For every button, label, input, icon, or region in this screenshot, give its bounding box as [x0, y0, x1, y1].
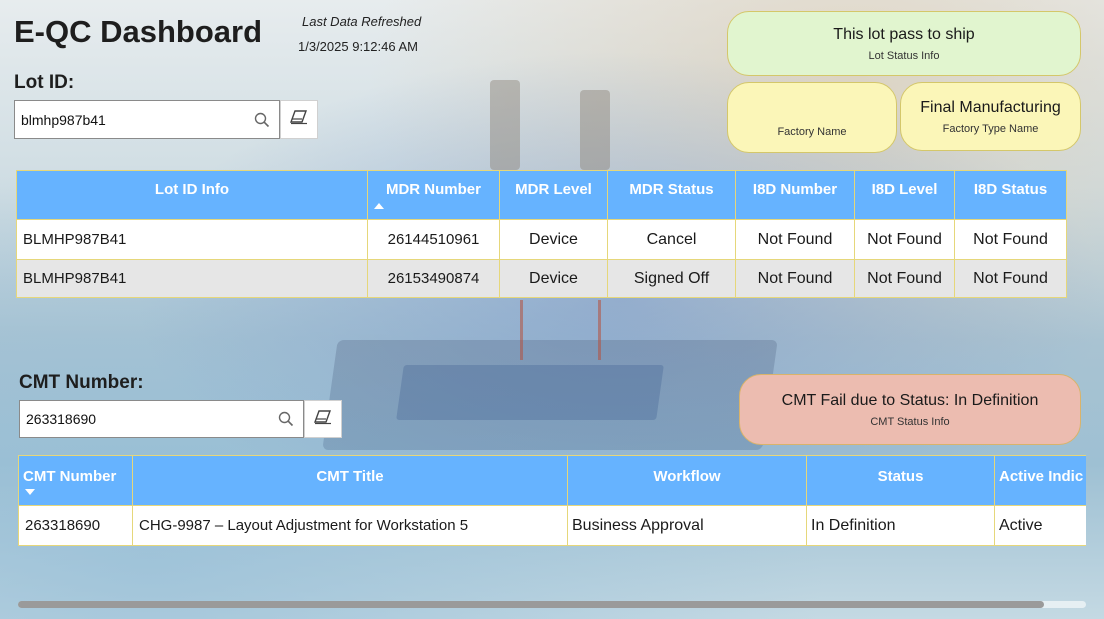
column-header-label: Lot ID Info [154, 181, 230, 198]
column-header-active-indicator[interactable]: Active Indic [994, 455, 1086, 506]
cmt-number-label: CMT Number: [19, 372, 144, 393]
cell-i8d-status: Not Found [954, 219, 1067, 260]
column-header-cmt-number[interactable]: CMT Number [18, 455, 133, 506]
eraser-icon [289, 109, 309, 130]
background-machine-arm [580, 90, 610, 170]
lot-id-label: Lot ID: [14, 72, 75, 93]
lot-id-value: blmhp987b41 [21, 111, 106, 128]
column-header-mdr-level[interactable]: MDR Level [499, 170, 608, 220]
cell-cmt-title: CHG-9987 – Layout Adjustment for Worksta… [132, 505, 568, 546]
column-header-workflow[interactable]: Workflow [567, 455, 807, 506]
background-chip [396, 365, 664, 420]
cell-lot-id: BLMHP987B41 [16, 259, 368, 298]
cell-mdr-level: Device [499, 259, 608, 298]
factory-name-card: Factory Name [727, 82, 897, 153]
sort-descending-icon[interactable] [25, 489, 35, 495]
factory-name-caption: Factory Name [777, 125, 847, 138]
cell-i8d-number: Not Found [735, 219, 855, 260]
lot-id-clear-button[interactable] [280, 100, 318, 139]
column-header-label: CMT Title [316, 468, 384, 485]
search-icon[interactable] [245, 101, 279, 138]
background-machine-arm [490, 80, 520, 170]
cmt-status-card: CMT Fail due to Status: In Definition CM… [739, 374, 1081, 445]
cell-workflow: Business Approval [567, 505, 807, 546]
cmt-table-horizontal-scrollbar[interactable] [18, 601, 1086, 608]
cell-mdr-level: Device [499, 219, 608, 260]
cell-mdr-number: 26153490874 [367, 259, 500, 298]
table-row[interactable]: BLMHP987B41 26153490874 Device Signed Of… [16, 259, 1067, 298]
cell-i8d-level: Not Found [854, 259, 955, 298]
cell-i8d-level: Not Found [854, 219, 955, 260]
column-header-cmt-title[interactable]: CMT Title [132, 455, 568, 506]
lot-id-table: Lot ID Info MDR Number MDR Level MDR Sta… [16, 170, 1067, 298]
column-header-mdr-number[interactable]: MDR Number [367, 170, 500, 220]
cmt-status-caption: CMT Status Info [870, 415, 950, 428]
cell-status: In Definition [806, 505, 995, 546]
table-row[interactable]: 263318690 CHG-9987 – Layout Adjustment f… [18, 505, 1086, 546]
last-refreshed-label: Last Data Refreshed [302, 14, 422, 29]
column-header-label: MDR Status [629, 181, 714, 198]
column-header-label: I8D Number [752, 181, 838, 198]
cmt-number-search-input[interactable]: 263318690 [19, 400, 304, 438]
column-header-lot-id-info[interactable]: Lot ID Info [16, 170, 368, 220]
column-header-mdr-status[interactable]: MDR Status [607, 170, 736, 220]
column-header-label: MDR Level [515, 181, 592, 198]
cell-active-indicator: Active [994, 505, 1086, 546]
factory-type-card: Final Manufacturing Factory Type Name [900, 82, 1081, 151]
cmt-number-value: 263318690 [26, 411, 97, 427]
cell-mdr-status: Signed Off [607, 259, 736, 298]
column-header-i8d-status[interactable]: I8D Status [954, 170, 1067, 220]
cell-mdr-status: Cancel [607, 219, 736, 260]
cmt-table-viewport: CMT Number CMT Title Workflow Status Act… [18, 455, 1086, 547]
eraser-icon [313, 409, 333, 430]
page-title: E-QC Dashboard [14, 14, 263, 49]
column-header-label: I8D Status [973, 181, 1048, 198]
background-needle [598, 300, 601, 360]
cell-i8d-number: Not Found [735, 259, 855, 298]
column-header-label: Workflow [653, 468, 721, 485]
background-needle [520, 300, 523, 360]
table-row[interactable]: BLMHP987B41 26144510961 Device Cancel No… [16, 219, 1067, 260]
lot-status-value: This lot pass to ship [833, 25, 975, 43]
column-header-label: Status [877, 468, 924, 485]
cmt-status-value: CMT Fail due to Status: In Definition [781, 391, 1039, 409]
cell-i8d-status: Not Found [954, 259, 1067, 298]
column-header-status[interactable]: Status [806, 455, 995, 506]
factory-type-value: Final Manufacturing [920, 98, 1061, 116]
cmt-table: CMT Number CMT Title Workflow Status Act… [18, 455, 1086, 546]
lot-status-card: This lot pass to ship Lot Status Info [727, 11, 1081, 76]
column-header-label: CMT Number [23, 468, 117, 485]
column-header-i8d-number[interactable]: I8D Number [735, 170, 855, 220]
factory-type-caption: Factory Type Name [942, 122, 1039, 135]
cell-lot-id: BLMHP987B41 [16, 219, 368, 260]
cell-cmt-number: 263318690 [18, 505, 133, 546]
column-header-label: Active Indic [999, 468, 1084, 485]
column-header-label: I8D Level [871, 181, 938, 198]
scrollbar-thumb[interactable] [18, 601, 1044, 608]
lot-status-caption: Lot Status Info [868, 49, 940, 62]
last-refreshed-time: 1/3/2025 9:12:46 AM [298, 39, 418, 54]
cell-mdr-number: 26144510961 [367, 219, 500, 260]
column-header-i8d-level[interactable]: I8D Level [854, 170, 955, 220]
cmt-number-clear-button[interactable] [304, 400, 342, 438]
sort-ascending-icon[interactable] [374, 203, 384, 209]
column-header-label: MDR Number [385, 181, 481, 198]
lot-id-search-input[interactable]: blmhp987b41 [14, 100, 280, 139]
search-icon[interactable] [269, 401, 303, 437]
